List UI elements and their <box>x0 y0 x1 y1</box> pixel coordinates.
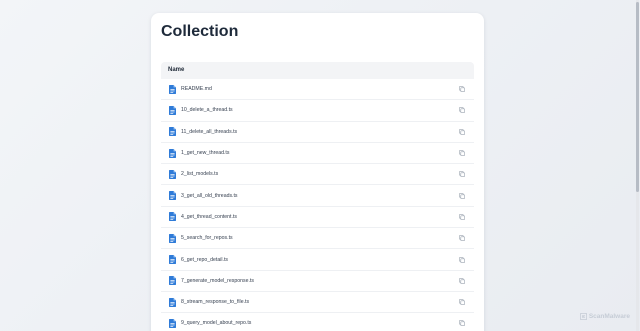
file-name[interactable]: 5_search_for_repos.ts <box>181 235 459 241</box>
file-row[interactable]: 3_get_all_old_threads.ts <box>161 185 474 207</box>
file-name[interactable]: 11_delete_all_threads.ts <box>181 129 459 135</box>
file-icon <box>169 191 176 201</box>
file-name[interactable]: 2_list_models.ts <box>181 171 459 177</box>
scrollbar-thumb[interactable] <box>636 2 639 192</box>
file-name[interactable]: 4_get_thread_content.ts <box>181 214 459 220</box>
file-icon <box>169 297 176 307</box>
copy-icon[interactable] <box>459 277 465 284</box>
file-row[interactable]: 10_delete_a_thread.ts <box>161 100 474 122</box>
file-row[interactable]: 6_get_repo_detail.ts <box>161 249 474 271</box>
file-row[interactable]: 5_search_for_repos.ts <box>161 228 474 250</box>
copy-icon[interactable] <box>459 171 465 178</box>
file-row[interactable]: 7_generate_model_response.ts <box>161 271 474 292</box>
watermark-text: ScanMalware <box>588 313 630 320</box>
copy-icon[interactable] <box>459 107 465 114</box>
file-name[interactable]: 3_get_all_old_threads.ts <box>181 193 459 199</box>
copy-icon[interactable] <box>459 150 465 156</box>
file-row[interactable]: 4_get_thread_content.ts <box>161 207 474 229</box>
file-icon <box>169 318 176 328</box>
file-row[interactable]: 9_query_model_about_repo.ts <box>161 313 474 331</box>
file-name[interactable]: 1_get_new_thread.ts <box>181 150 459 156</box>
file-icon <box>169 276 176 286</box>
copy-icon[interactable] <box>459 192 465 199</box>
file-row[interactable]: 2_list_models.ts <box>161 164 474 186</box>
file-icon <box>169 84 176 94</box>
copy-icon[interactable] <box>459 235 465 242</box>
file-icon <box>169 169 176 179</box>
file-name[interactable]: README.md <box>181 86 459 92</box>
file-row[interactable]: 11_delete_all_threads.ts <box>161 122 474 143</box>
file-name[interactable]: 10_delete_a_thread.ts <box>181 107 459 113</box>
file-row[interactable]: 8_stream_response_to_file.ts <box>161 292 474 314</box>
collection-card: Collection Name README.md 10_delete_a_th… <box>151 13 484 331</box>
copy-icon[interactable] <box>459 86 465 93</box>
column-header-name: Name <box>161 62 474 79</box>
page-title: Collection <box>161 23 239 40</box>
copy-icon[interactable] <box>459 214 465 220</box>
file-list: README.md 10_delete_a_thread.ts 11_delet… <box>161 79 474 331</box>
file-name[interactable]: 6_get_repo_detail.ts <box>181 257 459 263</box>
file-icon <box>169 127 176 137</box>
scanmalware-watermark: ScanMalware <box>579 313 630 320</box>
file-row[interactable]: 1_get_new_thread.ts <box>161 143 474 165</box>
copy-icon[interactable] <box>459 320 465 327</box>
copy-icon[interactable] <box>459 256 465 263</box>
copy-icon[interactable] <box>459 299 465 306</box>
file-icon <box>169 148 176 158</box>
file-name[interactable]: 8_stream_response_to_file.ts <box>181 299 459 305</box>
file-name[interactable]: 9_query_model_about_repo.ts <box>181 320 459 326</box>
file-row[interactable]: README.md <box>161 79 474 101</box>
file-icon <box>169 255 176 265</box>
scanmalware-logo-icon <box>579 313 587 320</box>
file-icon <box>169 212 176 222</box>
copy-icon[interactable] <box>459 128 465 135</box>
file-icon <box>169 233 176 243</box>
file-name[interactable]: 7_generate_model_response.ts <box>181 278 459 284</box>
file-icon <box>169 105 176 115</box>
